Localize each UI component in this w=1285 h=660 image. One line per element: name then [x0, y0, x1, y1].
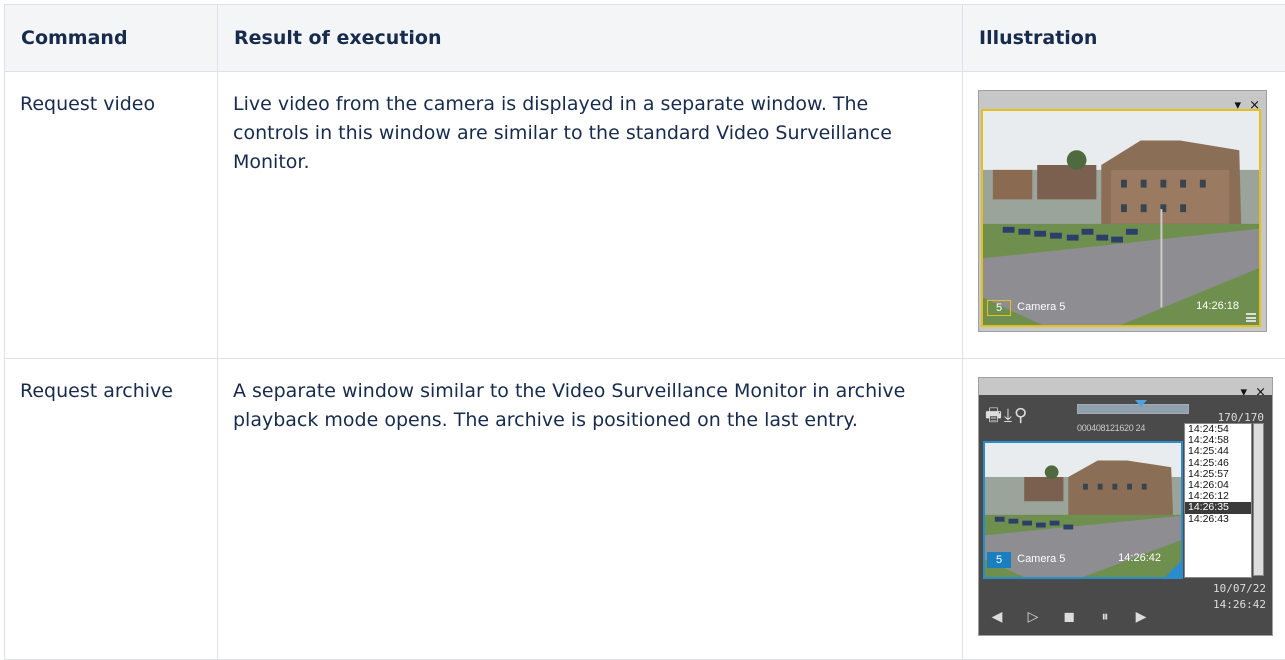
rewind-icon[interactable]: ◀: [989, 603, 1005, 632]
illustration-cell: ▾ ×: [963, 72, 1285, 359]
camera-label: 5 Camera 5: [987, 293, 1065, 322]
archive-date: 10/07/22 14:26:42: [1213, 581, 1266, 613]
menu-icon[interactable]: [1246, 313, 1256, 322]
table-row: Request archive A separate window simila…: [5, 359, 1285, 660]
forward-icon[interactable]: ▶: [1133, 603, 1149, 632]
list-item[interactable]: 14:26:43: [1185, 514, 1251, 525]
list-item[interactable]: 14:25:44: [1185, 446, 1251, 457]
export-icon[interactable]: ⤓: [1004, 401, 1012, 430]
header-row: Command Result of execution Illustration: [5, 5, 1285, 72]
camera-label: 5 Camera 5: [987, 545, 1065, 574]
command-cell: Request video: [5, 72, 218, 359]
play-icon[interactable]: ▷: [1025, 603, 1041, 632]
archive-times-list[interactable]: 14:24:54 14:24:58 14:25:44 14:25:46 14:2…: [1184, 423, 1252, 578]
archive-window: ▾ × 🖶 ⤓ ⚲ 000408121620 24: [978, 377, 1273, 636]
camera-time: 14:26:18: [1196, 292, 1239, 321]
camera-name: Camera 5: [1017, 293, 1065, 322]
pause-icon[interactable]: ⏸: [1097, 603, 1113, 632]
command-cell: Request archive: [5, 359, 218, 660]
camera-number[interactable]: 5: [987, 552, 1011, 568]
timeline-ticks: 000408121620 24: [1077, 414, 1145, 443]
illustration-cell: ▾ × 🖶 ⤓ ⚲ 000408121620 24: [963, 359, 1285, 660]
header-illustration: Illustration: [963, 5, 1285, 72]
menu-corner[interactable]: [1165, 561, 1181, 577]
print-icon[interactable]: 🖶: [985, 401, 1002, 430]
camera-time: 14:26:42: [1118, 544, 1161, 573]
timeline-marker[interactable]: [1135, 400, 1147, 407]
stop-icon[interactable]: ◼: [1061, 603, 1077, 632]
table-row: Request video Live video from the camera…: [5, 72, 1285, 359]
header-result: Result of execution: [218, 5, 963, 72]
live-video-window: ▾ ×: [978, 90, 1267, 332]
video-frame: 5 Camera 5 14:26:18: [981, 109, 1261, 327]
playback-controls: ◀ ▷ ◼ ⏸ ▶: [989, 603, 1149, 632]
header-command: Command: [5, 5, 218, 72]
timeline[interactable]: 000408121620 24: [1077, 400, 1189, 426]
list-item-selected[interactable]: 14:26:35: [1185, 502, 1251, 513]
video-frame: 5 Camera 5 14:26:42: [983, 441, 1183, 579]
list-scrollbar[interactable]: [1253, 423, 1264, 576]
camera-number[interactable]: 5: [987, 300, 1011, 316]
result-cell: Live video from the camera is displayed …: [218, 72, 963, 359]
commands-table: Command Result of execution Illustration…: [4, 4, 1285, 660]
camera-name: Camera 5: [1017, 545, 1065, 574]
result-cell: A separate window similar to the Video S…: [218, 359, 963, 660]
search-icon[interactable]: ⚲: [1014, 401, 1027, 430]
